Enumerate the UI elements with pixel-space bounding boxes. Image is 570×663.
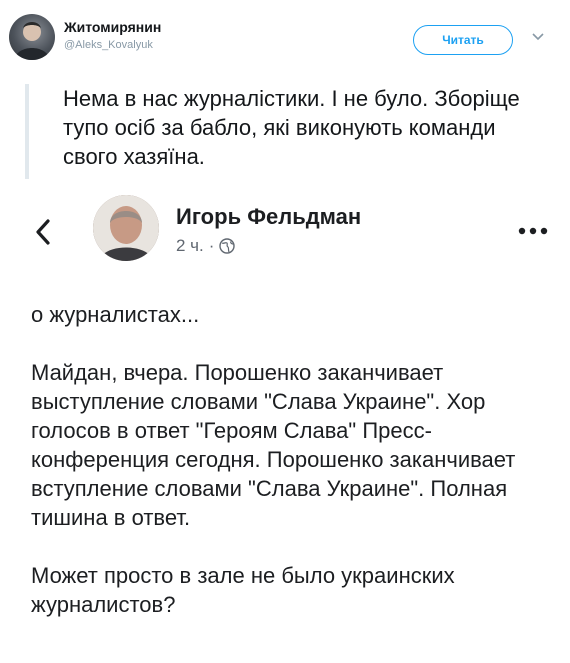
tweet-header: Житомирянин @Aleks_Kovalyuk Читать xyxy=(0,0,570,70)
fb-post-header: Игорь Фельдман 2 ч. · xyxy=(0,190,570,280)
back-arrow-icon[interactable] xyxy=(34,218,52,246)
fb-post-meta: 2 ч. · xyxy=(176,236,236,256)
fb-post-time[interactable]: 2 ч. xyxy=(176,236,204,256)
post-paragraph-1: о журналистах... xyxy=(31,302,200,327)
post-paragraph-3: Может просто в зале не было украинских ж… xyxy=(31,563,455,617)
globe-icon xyxy=(219,238,236,254)
fb-post-body: о журналистах... Майдан, вчера. Порошенк… xyxy=(31,300,551,619)
tweet-author-handle[interactable]: @Aleks_Kovalyuk xyxy=(64,39,153,51)
chevron-down-icon[interactable] xyxy=(531,30,545,44)
fb-author-name[interactable]: Игорь Фельдман xyxy=(176,204,361,230)
fb-author-avatar[interactable] xyxy=(93,195,159,261)
more-options-icon[interactable] xyxy=(517,226,549,236)
quote-bar xyxy=(25,84,29,179)
tweet-author-avatar[interactable] xyxy=(9,14,55,60)
follow-button[interactable]: Читать xyxy=(413,25,513,55)
tweet-author-name[interactable]: Житомирянин xyxy=(64,19,161,35)
tweet-text: Нема в нас журналістики. І не було. Збор… xyxy=(63,86,520,169)
meta-separator: · xyxy=(208,236,215,255)
post-paragraph-2: Майдан, вчера. Порошенко заканчивает выс… xyxy=(31,360,516,530)
